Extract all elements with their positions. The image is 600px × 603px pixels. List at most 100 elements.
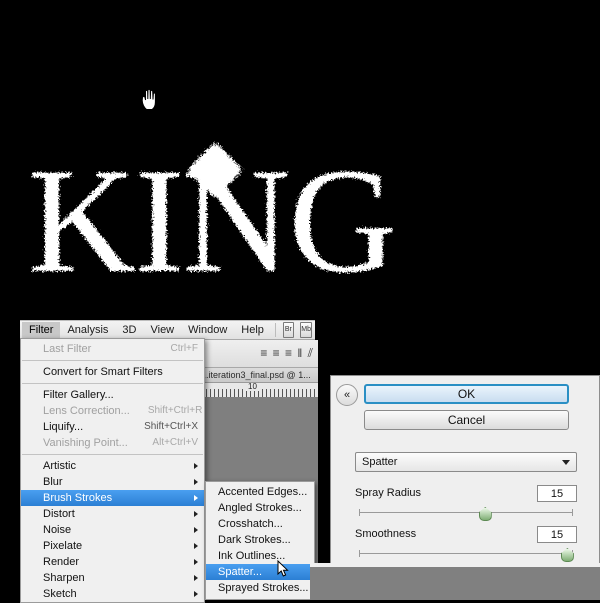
smoothness-value[interactable]: 15 (537, 525, 577, 543)
filter-select-dropdown[interactable]: Spatter (355, 452, 577, 472)
slider-track (359, 553, 573, 554)
slider-track (359, 512, 573, 513)
app-bottom-strip (310, 567, 600, 600)
chevron-down-icon (562, 459, 570, 465)
slider-cap-left (359, 550, 360, 557)
menubar-item-3d[interactable]: 3D (115, 322, 143, 339)
menubar-item-filter[interactable]: Filter (22, 321, 61, 339)
menubar-divider (274, 323, 276, 337)
smoothness-control: Smoothness 15 (355, 525, 577, 562)
smoothness-slider[interactable] (355, 547, 577, 562)
menu-item-label: Artistic (43, 460, 76, 472)
collapse-panel-icon[interactable]: « (336, 384, 358, 406)
menu-item-label: Distort (43, 508, 75, 520)
menu-item-vanishing-point[interactable]: Vanishing Point... Alt+Ctrl+V (21, 435, 204, 451)
brush-strokes-submenu[interactable]: Accented Edges... Angled Strokes... Crossh… (205, 481, 315, 600)
menu-item-label: Convert for Smart Filters (43, 366, 163, 378)
submenu-arrow-icon (194, 559, 198, 565)
menu-item-label: Filter Gallery... (43, 389, 114, 401)
submenu-item-angled-strokes[interactable]: Angled Strokes... (206, 500, 314, 516)
hand-cursor (141, 88, 156, 110)
menu-item-shortcut: Alt+Ctrl+V (152, 437, 198, 448)
spray-radius-value[interactable]: 15 (537, 484, 577, 502)
submenu-arrow-icon (194, 575, 198, 581)
ok-button[interactable]: OK (364, 384, 569, 404)
submenu-item-sprayed-strokes[interactable]: Sprayed Strokes... (206, 580, 314, 596)
document-tab-title: ...iteration3_final.psd @ 1... (201, 370, 311, 380)
menu-item-render[interactable]: Render (21, 554, 204, 570)
submenu-arrow-icon (194, 527, 198, 533)
options-bar-glyphs: ≡ ≡ ≡ ‖ ⫽ (260, 346, 314, 360)
submenu-arrow-icon (194, 463, 198, 469)
menubar-item-help[interactable]: Help (234, 322, 271, 339)
menu-item-brush-strokes[interactable]: Brush Strokes (21, 490, 204, 506)
menu-item-shortcut: Ctrl+F (170, 343, 199, 354)
spray-radius-label: Spray Radius (355, 487, 422, 499)
slider-cap-right (572, 509, 573, 516)
menu-separator (22, 360, 203, 361)
spray-radius-slider[interactable] (355, 506, 577, 521)
menu-item-filter-gallery[interactable]: Filter Gallery... (21, 387, 204, 403)
menu-item-label: Pixelate (43, 540, 83, 552)
menubar-item-view[interactable]: View (143, 322, 181, 339)
spatter-filter-dialog: « OK Cancel Spatter Spray Radius 15 Smoo… (330, 375, 600, 567)
submenu-item-ink-outlines[interactable]: Ink Outlines... (206, 548, 314, 564)
king-wordmark: KING (28, 141, 397, 296)
arrow-cursor (277, 560, 289, 577)
filter-dropdown-menu[interactable]: Last Filter Ctrl+F Convert for Smart Filte… (20, 338, 205, 603)
submenu-arrow-icon (194, 495, 198, 501)
spray-radius-thumb[interactable] (478, 507, 492, 521)
menu-item-label: Last Filter (43, 343, 92, 355)
menu-item-noise[interactable]: Noise (21, 522, 204, 538)
filter-select-value: Spatter (362, 456, 398, 468)
menu-item-last-filter[interactable]: Last Filter Ctrl+F (21, 341, 204, 357)
menu-separator (22, 454, 203, 455)
menu-item-artistic[interactable]: Artistic (21, 458, 204, 474)
submenu-item-label: Ink Outlines... (218, 550, 286, 562)
submenu-item-label: Accented Edges... (218, 486, 308, 498)
menu-separator (22, 383, 203, 384)
submenu-arrow-icon (194, 479, 198, 485)
smoothness-label: Smoothness (355, 528, 417, 540)
submenu-item-spatter[interactable]: Spatter... (206, 564, 314, 580)
slider-cap-left (359, 509, 360, 516)
cancel-button[interactable]: Cancel (364, 410, 569, 430)
submenu-arrow-icon (194, 543, 198, 549)
submenu-item-label: Spatter... (218, 566, 263, 578)
menu-item-shortcut: Shift+Ctrl+R (147, 405, 203, 416)
menu-item-blur[interactable]: Blur (21, 474, 204, 490)
document-tab[interactable]: ...iteration3_final.psd @ 1... (198, 368, 318, 383)
menu-item-label: Render (43, 556, 80, 568)
menu-item-label: Vanishing Point... (43, 437, 128, 449)
menu-item-sharpen[interactable]: Sharpen (21, 570, 204, 586)
menu-item-label: Brush Strokes (43, 492, 113, 504)
menu-item-shortcut: Shift+Ctrl+X (144, 421, 198, 432)
menubar-item-window[interactable]: Window (181, 322, 234, 339)
menu-item-lens-correction[interactable]: Lens Correction... Shift+Ctrl+R (21, 403, 204, 419)
ruler-label: 10 (246, 383, 259, 391)
menu-item-label: Noise (43, 524, 72, 536)
submenu-item-label: Crosshatch... (218, 518, 283, 530)
submenu-arrow-icon (194, 591, 198, 597)
menu-item-distort[interactable]: Distort (21, 506, 204, 522)
menu-item-label: Sharpen (43, 572, 85, 584)
horizontal-ruler: 10 (198, 383, 318, 398)
submenu-arrow-icon (194, 511, 198, 517)
bridge-icon[interactable]: Br (282, 322, 295, 338)
submenu-item-label: Angled Strokes... (218, 502, 302, 514)
options-bar[interactable]: ≡ ≡ ≡ ‖ ⫽ (198, 340, 318, 368)
menu-item-pixelate[interactable]: Pixelate (21, 538, 204, 554)
submenu-item-label: Dark Strokes... (218, 534, 291, 546)
menu-item-liquify[interactable]: Liquify... Shift+Ctrl+X (21, 419, 204, 435)
submenu-item-crosshatch[interactable]: Crosshatch... (206, 516, 314, 532)
menubar-item-analysis[interactable]: Analysis (60, 322, 115, 339)
submenu-item-accented-edges[interactable]: Accented Edges... (206, 484, 314, 500)
menu-item-convert-for-smart-filters[interactable]: Convert for Smart Filters (21, 364, 204, 380)
menu-bar[interactable]: Filter Analysis 3D View Window Help Br M… (20, 320, 315, 340)
submenu-item-dark-strokes[interactable]: Dark Strokes... (206, 532, 314, 548)
artwork-king-text: KING (28, 138, 488, 303)
menu-item-label: Liquify... (43, 421, 84, 433)
menu-item-label: Lens Correction... (43, 405, 130, 417)
menu-item-label: Blur (43, 476, 63, 488)
mini-bridge-icon[interactable]: Mb (300, 322, 312, 338)
